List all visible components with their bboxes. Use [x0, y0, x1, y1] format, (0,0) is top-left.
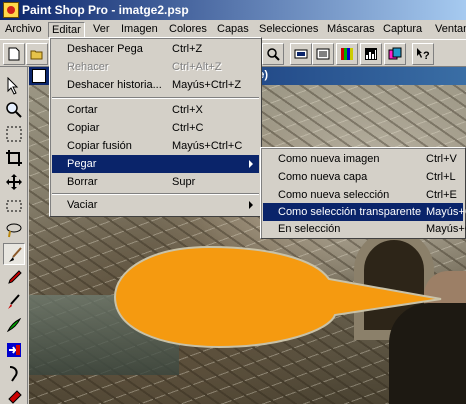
color-balance-icon[interactable] — [336, 43, 358, 65]
menu-item-deshacer-historia[interactable]: Deshacer historia... Mayús+Ctrl+Z — [52, 76, 259, 94]
submenu-item-como-nueva-seleccion[interactable]: Como nueva selección Ctrl+E — [263, 186, 463, 204]
eyedropper-tool-icon[interactable] — [3, 267, 25, 289]
submenu-item-como-nueva-imagen[interactable]: Como nueva imagen Ctrl+V — [263, 150, 463, 168]
selection-tool-icon[interactable] — [3, 123, 25, 145]
menu-colores[interactable]: Colores — [166, 22, 210, 38]
menu-archivo[interactable]: Archivo — [2, 22, 45, 38]
clone-tool-icon[interactable] — [3, 291, 25, 313]
menu-captura[interactable]: Captura — [380, 22, 425, 38]
eraser-tool-icon[interactable] — [3, 387, 25, 404]
menu-item-cortar[interactable]: Cortar Ctrl+X — [52, 101, 259, 119]
menu-item-borrar[interactable]: Borrar Supr — [52, 173, 259, 191]
app-titlebar: Paint Shop Pro - imatge2.psp — [0, 0, 466, 20]
menu-editar[interactable]: Editar — [48, 22, 85, 38]
menu-capas[interactable]: Capas — [214, 22, 252, 38]
lasso-tool-icon[interactable] — [3, 219, 25, 241]
menu-mascaras[interactable]: Máscaras — [324, 22, 378, 38]
paste-submenu: Como nueva imagen Ctrl+V Como nueva capa… — [260, 147, 466, 239]
menu-item-rehacer: Rehacer Ctrl+Alt+Z — [67, 61, 222, 73]
zoom-tool-icon[interactable] — [3, 99, 25, 121]
paintbrush-tool-icon[interactable] — [3, 243, 25, 265]
scratch-remover-icon[interactable] — [3, 363, 25, 385]
submenu-arrow-icon — [249, 201, 253, 209]
help-icon[interactable]: ? — [412, 43, 434, 65]
menu-item-copiar-fusion[interactable]: Copiar fusión Mayús+Ctrl+C — [52, 137, 259, 155]
menu-separator — [52, 97, 259, 99]
svg-text:?: ? — [423, 50, 430, 61]
submenu-item-como-nueva-capa[interactable]: Como nueva capa Ctrl+L — [263, 168, 463, 186]
zoom-icon[interactable] — [262, 43, 284, 65]
selection-rect-icon[interactable] — [3, 195, 25, 217]
menu-separator — [52, 193, 259, 195]
edit-menu: Deshacer Pega Ctrl+Z Rehacer Ctrl+Alt+Z … — [49, 37, 262, 217]
submenu-item-en-seleccion[interactable]: En selección Mayús+C — [263, 220, 466, 238]
menu-item-vaciar[interactable]: Vaciar — [52, 196, 259, 214]
menu-ver[interactable]: Ver — [90, 22, 113, 38]
overview-icon[interactable] — [384, 43, 406, 65]
arrow-tool-icon[interactable] — [3, 75, 25, 97]
window-title: Paint Shop Pro - imatge2.psp — [22, 3, 189, 17]
open-icon[interactable] — [26, 43, 48, 65]
new-icon[interactable] — [3, 43, 25, 65]
menu-imagen[interactable]: Imagen — [118, 22, 161, 38]
mover-tool-icon[interactable] — [3, 171, 25, 193]
menu-ventana[interactable]: Ventan — [432, 22, 466, 38]
menu-item-deshacer-pega[interactable]: Deshacer Pega Ctrl+Z — [52, 40, 259, 58]
layer-palette-icon[interactable] — [312, 43, 334, 65]
document-icon — [32, 69, 46, 83]
histogram-icon[interactable] — [290, 43, 312, 65]
submenu-item-como-seleccion-transparente[interactable]: Como selección transparente Mayús+C — [263, 203, 466, 221]
tool-palette — [0, 67, 28, 404]
menu-item-copiar[interactable]: Copiar Ctrl+C — [52, 119, 259, 137]
crop-tool-icon[interactable] — [3, 147, 25, 169]
submenu-arrow-icon — [249, 160, 253, 168]
color-replacer-icon[interactable] — [3, 315, 25, 337]
app-icon[interactable] — [3, 2, 19, 18]
retouch-tool-icon[interactable] — [3, 339, 25, 361]
menu-item-pegar[interactable]: Pegar — [52, 155, 259, 173]
menu-selecciones[interactable]: Selecciones — [256, 22, 321, 38]
chart-icon[interactable] — [360, 43, 382, 65]
